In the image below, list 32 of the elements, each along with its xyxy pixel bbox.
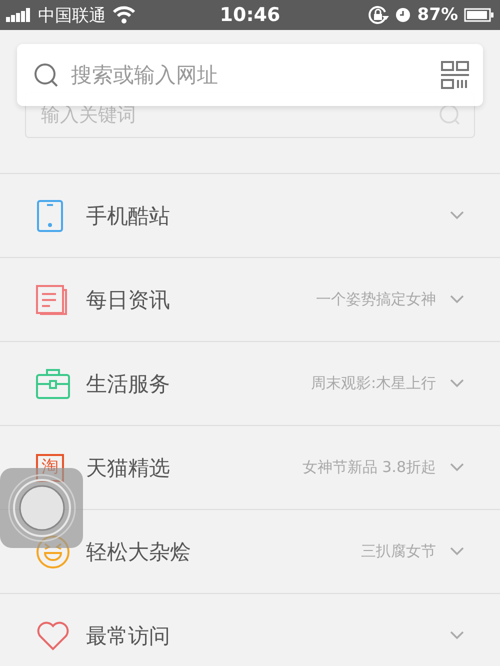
search-icon: [33, 62, 59, 88]
category-subtitle: 女神节新品 3.8折起: [302, 458, 436, 477]
battery-percent: 87%: [417, 5, 458, 25]
clock-time: 10:46: [220, 4, 280, 26]
category-row[interactable]: 手机酷站: [0, 174, 500, 258]
search-icon: [438, 103, 462, 127]
battery-icon: [464, 8, 494, 22]
category-subtitle: 一个姿势搞定女神: [316, 290, 436, 309]
category-title: 每日资讯: [86, 286, 170, 314]
signal-icon: [6, 8, 32, 22]
chevron-down-icon: [450, 631, 464, 640]
category-row[interactable]: 最常访问: [0, 594, 500, 666]
home-ring-icon: [6, 473, 76, 543]
alarm-clock-icon: [395, 7, 412, 23]
category-row[interactable]: 生活服务 周末观影:木星上行: [0, 342, 500, 426]
chevron-down-icon: [450, 295, 464, 304]
chevron-down-icon: [450, 379, 464, 388]
category-title: 生活服务: [86, 370, 170, 398]
chevron-down-icon: [450, 211, 464, 220]
qr-code-icon[interactable]: [441, 61, 469, 89]
wifi-icon: [112, 6, 136, 24]
category-title: 天猫精选: [86, 454, 170, 482]
category-subtitle: 周末观影:木星上行: [310, 374, 436, 393]
chevron-down-icon: [450, 463, 464, 472]
category-row[interactable]: 每日资讯 一个姿势搞定女神: [0, 258, 500, 342]
category-title: 手机酷站: [86, 202, 170, 230]
category-subtitle: 三扒腐女节: [361, 542, 436, 561]
carrier-name: 中国联通: [38, 4, 106, 26]
category-title: 最常访问: [86, 622, 170, 650]
category-title: 轻松大杂烩: [86, 538, 191, 566]
chevron-down-icon: [450, 547, 464, 556]
rotation-lock-icon: [367, 4, 390, 26]
